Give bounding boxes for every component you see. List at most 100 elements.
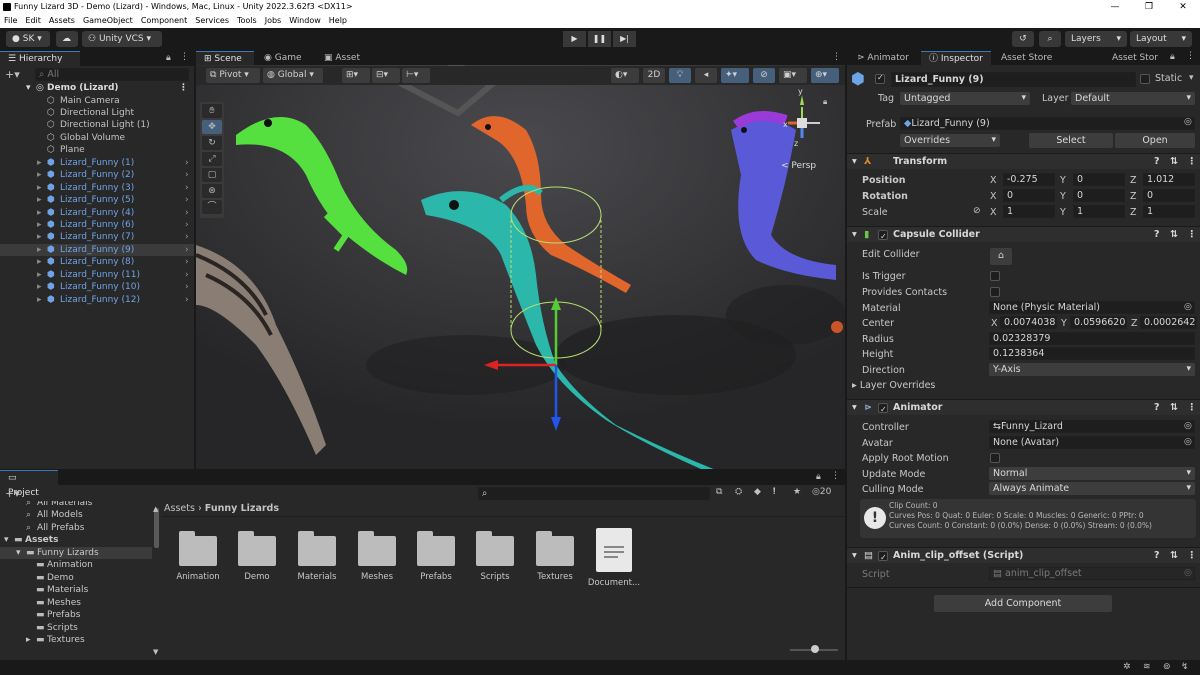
step-button[interactable]: ▶| — [613, 31, 636, 47]
gizmos-button[interactable]: ⊕▾ — [811, 68, 839, 83]
project-search-input[interactable]: ⌕ — [478, 487, 710, 500]
menu-tools[interactable]: Tools — [233, 14, 261, 28]
position-z-field[interactable]: 1.012 — [1143, 173, 1195, 186]
avatar-field[interactable]: None (Avatar) — [989, 436, 1195, 449]
audio-toggle[interactable]: ◂ — [695, 68, 717, 83]
expand-arrow-icon[interactable]: ▸ — [37, 194, 42, 206]
global-dropdown[interactable]: ◍ Global ▾ — [263, 68, 323, 83]
edit-collider-button[interactable]: ⌂ — [990, 248, 1012, 265]
project-tree-item[interactable]: ⌕ All Materials — [0, 501, 152, 509]
shading-mode-button[interactable]: ◐▾ — [611, 68, 639, 83]
material-field[interactable]: None (Physic Material) — [989, 301, 1195, 314]
project-tree-item[interactable]: ▸ ▬ Textures — [0, 634, 152, 646]
prefab-target-icon[interactable]: ◎ — [1184, 117, 1192, 127]
menu-edit[interactable]: Edit — [21, 14, 45, 28]
tab-project[interactable]: ▭ Project — [0, 470, 58, 498]
cache-server-icon[interactable]: ⊚ — [1163, 662, 1171, 672]
hierarchy-item-prefab[interactable]: ▸ ⬢ Lizard_Funny (2) › — [0, 169, 194, 181]
pivot-dropdown[interactable]: ⧉ Pivot ▾ — [206, 68, 260, 83]
tab-animator[interactable]: ⋗ Animator — [849, 51, 923, 66]
chevron-right-icon[interactable]: › — [185, 244, 189, 256]
rotation-x-field[interactable]: 0 — [1003, 189, 1055, 202]
search-button[interactable]: ⌕ — [1039, 31, 1061, 47]
camera-settings-button[interactable]: ▣▾ — [779, 68, 807, 83]
warning-filter-icon[interactable]: ❗︎ — [773, 487, 775, 497]
chevron-right-icon[interactable]: › — [185, 157, 189, 169]
menu-jobs[interactable]: Jobs — [261, 14, 286, 28]
prefab-asset-field[interactable]: ◆Lizard_Funny (9) — [900, 117, 1195, 130]
project-tree-item[interactable]: ▾ ▬ Funny Lizards — [0, 546, 152, 560]
center-x-field[interactable]: 0.0074038 — [1000, 316, 1057, 329]
controller-field[interactable]: ⇆Funny_Lizard — [989, 420, 1195, 433]
rotate-tool-icon[interactable]: ↻ — [202, 136, 222, 150]
favorite-icon[interactable]: ★ — [793, 487, 801, 497]
menu-window[interactable]: Window — [285, 14, 325, 28]
play-button[interactable]: ▶ — [563, 31, 586, 47]
add-component-button[interactable]: Add Component — [934, 595, 1112, 612]
folder-item[interactable]: Scripts — [466, 530, 524, 582]
chevron-right-icon[interactable]: › — [185, 182, 189, 194]
add-button[interactable]: +▾ — [5, 68, 20, 81]
tab-asset-store-2[interactable]: Asset Stor — [1104, 51, 1166, 66]
hierarchy-item-prefab[interactable]: ▸ ⬢ Lizard_Funny (11) › — [0, 269, 194, 281]
custom-tool-icon[interactable]: ⌒ — [202, 200, 222, 214]
expand-arrow-icon[interactable]: ▸ — [37, 294, 42, 306]
expand-arrow-icon[interactable]: ▾ — [16, 547, 21, 559]
layer-dropdown[interactable]: Default — [1071, 92, 1195, 105]
projection-label[interactable]: < Persp — [781, 161, 816, 171]
chevron-right-icon[interactable]: › — [185, 281, 189, 293]
tag-dropdown[interactable]: Untagged — [900, 92, 1030, 105]
label-filter-icon[interactable]: ◆ — [754, 487, 761, 497]
controller-target-icon[interactable]: ◎ — [1184, 421, 1192, 431]
scroll-down-icon[interactable]: ▼ — [153, 648, 158, 656]
expand-arrow-icon[interactable]: ▸ — [26, 634, 31, 646]
collider-enabled-checkbox[interactable] — [878, 229, 888, 245]
project-tree-item[interactable]: ▬ Demo — [0, 572, 152, 584]
root-motion-checkbox[interactable] — [990, 453, 1000, 463]
hierarchy-item-prefab[interactable]: ▸ ⬢ Lizard_Funny (5) › — [0, 194, 194, 206]
align-button[interactable]: ⊢▾ — [402, 68, 430, 83]
slider-handle[interactable] — [811, 645, 819, 653]
breadcrumb-assets[interactable]: Assets — [164, 503, 195, 514]
folder-item[interactable]: Demo — [228, 530, 286, 582]
capsule-collider-header[interactable]: ▾ ▮ Capsule Collider ?⇅⋮ — [847, 226, 1200, 245]
chevron-right-icon[interactable]: › — [185, 269, 189, 281]
hierarchy-item-prefab[interactable]: ▸ ⬢ Lizard_Funny (4) › — [0, 207, 194, 219]
gizmo-lock-icon[interactable]: 🔒︎ — [823, 97, 827, 107]
scene-viewport[interactable]: y x z < Persp 🔒︎ — [196, 65, 845, 469]
move-tool-icon[interactable]: ✥ — [202, 120, 222, 134]
project-tree-item[interactable]: ▬ Prefabs — [0, 609, 152, 621]
pause-button[interactable]: ❚❚ — [588, 31, 611, 47]
expand-arrow-icon[interactable]: ▸ — [37, 281, 42, 293]
is-trigger-checkbox[interactable] — [990, 271, 1000, 281]
hierarchy-search-input[interactable]: ⌕ All — [35, 68, 189, 81]
select-button[interactable]: Select — [1029, 133, 1113, 148]
expand-arrow-icon[interactable]: ▸ — [37, 157, 42, 169]
culling-mode-dropdown[interactable]: Always Animate — [989, 482, 1195, 495]
scale-x-field[interactable]: 1 — [1003, 205, 1055, 218]
hierarchy-item-prefab[interactable]: ▸ ⬢ Lizard_Funny (8) › — [0, 256, 194, 268]
hierarchy-item-prefab[interactable]: ▸ ⬢ Lizard_Funny (1) › — [0, 157, 194, 169]
lighting-toggle[interactable]: 💡︎ — [669, 68, 691, 83]
lock-icon[interactable]: 🔒︎ — [166, 53, 171, 63]
project-tree-item[interactable]: ▬ Meshes — [0, 597, 152, 609]
folder-item[interactable]: Meshes — [348, 530, 406, 582]
layers-dropdown[interactable]: Layers ▾ — [1065, 31, 1127, 47]
transform-tool-icon[interactable]: ⊛ — [202, 184, 222, 198]
active-checkbox[interactable] — [875, 73, 885, 84]
hierarchy-item-prefab[interactable]: ▸ ⬢ Lizard_Funny (3) › — [0, 182, 194, 194]
hierarchy-item-prefab[interactable]: ▸ ⬢ Lizard_Funny (7) › — [0, 231, 194, 243]
scale-tool-icon[interactable]: ⤢ — [202, 152, 222, 166]
animator-header[interactable]: ▾ ⋗ Animator ?⇅⋮ — [847, 399, 1200, 418]
folder-item[interactable]: Animation — [169, 530, 227, 582]
update-mode-dropdown[interactable]: Normal — [989, 467, 1195, 480]
folder-item[interactable]: Prefabs — [407, 530, 465, 582]
close-button[interactable]: ✕ — [1166, 0, 1200, 14]
scale-link-icon[interactable]: ⊘ — [973, 206, 981, 216]
project-tree-item[interactable]: ▬ Materials — [0, 584, 152, 596]
center-y-field[interactable]: 0.0596620 — [1070, 316, 1127, 329]
chevron-right-icon[interactable]: › — [185, 194, 189, 206]
transform-header[interactable]: ▾ ⅄ Transform ? ⇅ ⋮ — [847, 153, 1200, 169]
chevron-right-icon[interactable]: › — [185, 219, 189, 231]
tree-scrollbar[interactable] — [154, 508, 159, 548]
